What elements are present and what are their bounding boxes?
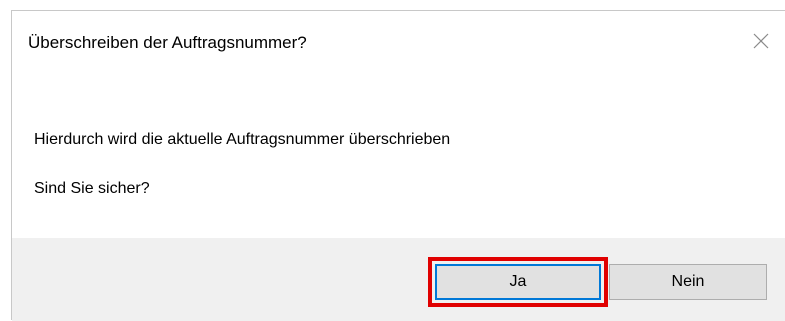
dialog-title: Überschreiben der Auftragsnummer? — [28, 33, 307, 52]
dialog-message-area: Hierdurch wird die aktuelle Auftragsnumm… — [12, 73, 785, 238]
dialog-title-bar: Überschreiben der Auftragsnummer? — [12, 11, 785, 73]
close-button[interactable] — [745, 25, 777, 57]
confirmation-dialog: Überschreiben der Auftragsnummer? Hierdu… — [11, 10, 785, 321]
dialog-question-line: Sind Sie sicher? — [34, 180, 150, 197]
dialog-button-bar: Ja Nein — [12, 238, 785, 321]
yes-button[interactable]: Ja — [428, 257, 608, 307]
dialog-message-line: Hierdurch wird die aktuelle Auftragsnumm… — [34, 131, 451, 148]
close-icon — [753, 33, 769, 49]
no-button[interactable]: Nein — [609, 264, 767, 300]
